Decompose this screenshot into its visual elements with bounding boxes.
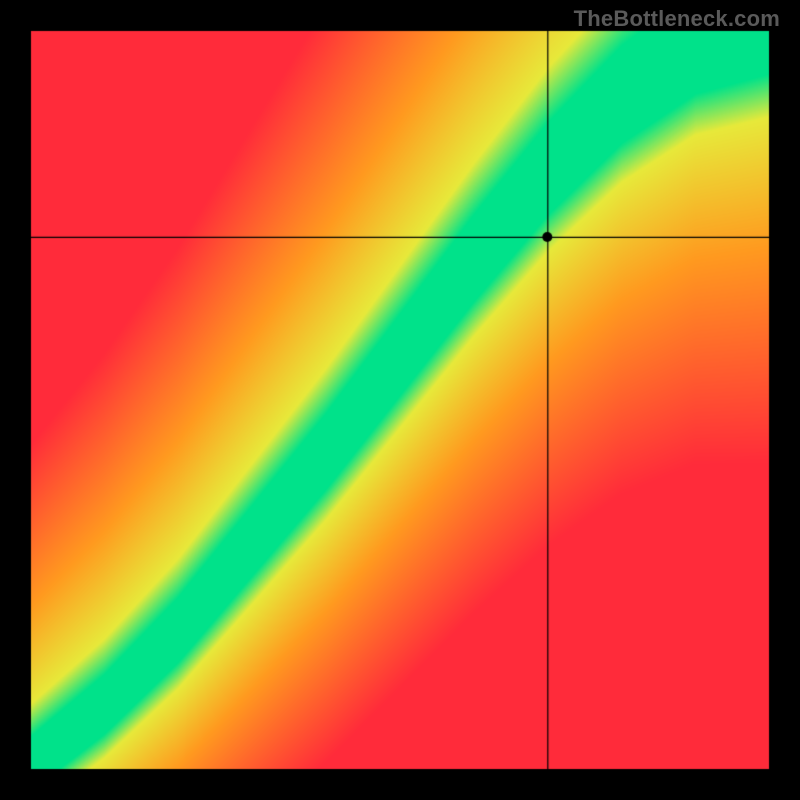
chart-frame: TheBottleneck.com — [0, 0, 800, 800]
watermark-label: TheBottleneck.com — [574, 6, 780, 32]
bottleneck-heatmap — [30, 30, 770, 770]
